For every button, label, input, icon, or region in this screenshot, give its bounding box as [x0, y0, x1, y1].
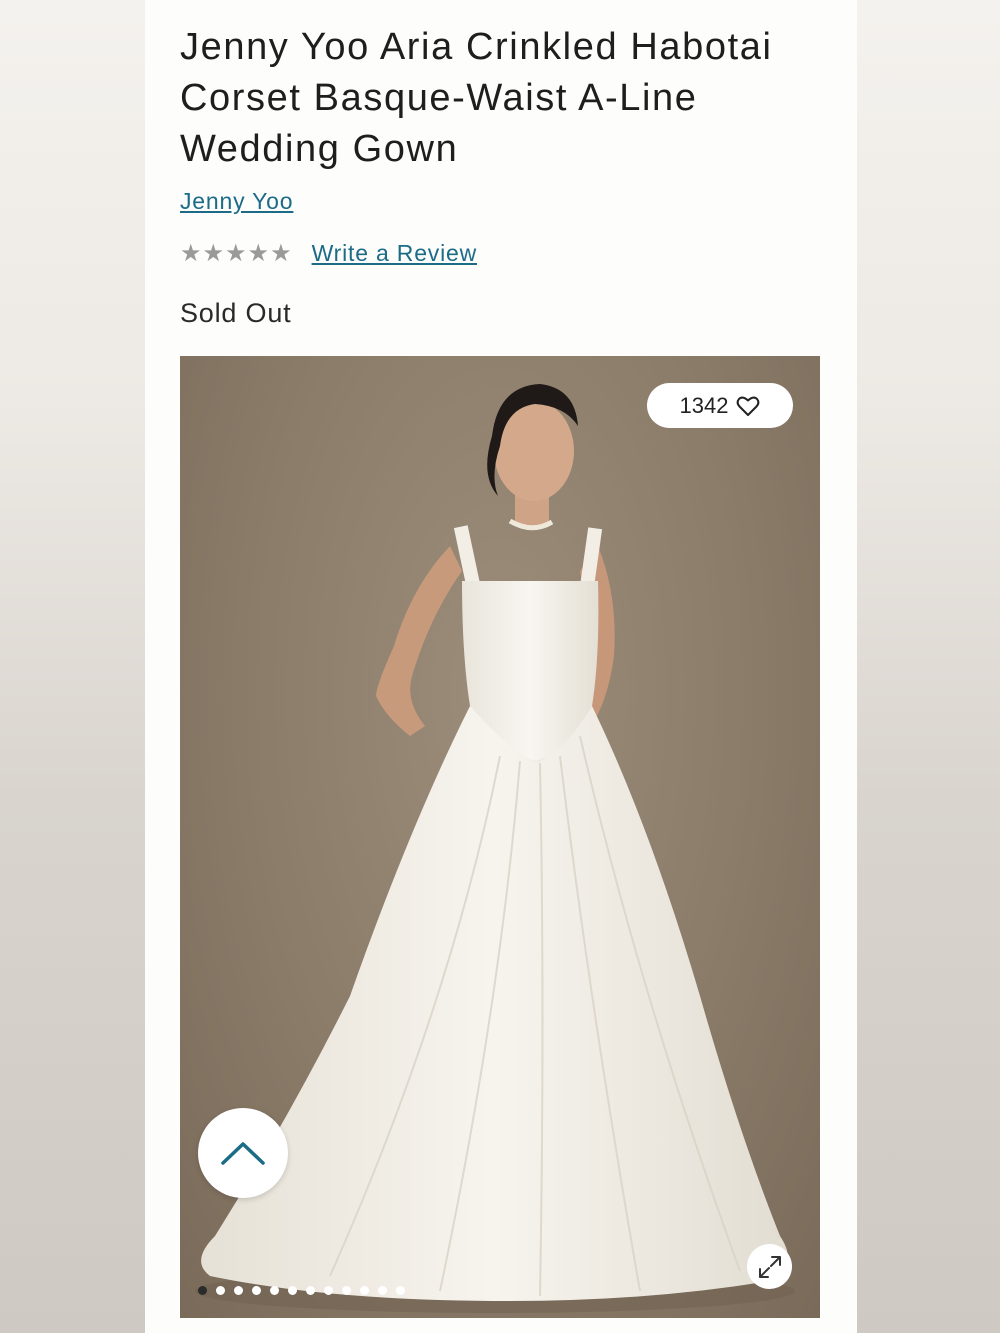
- page-backdrop-right: [857, 0, 1000, 1333]
- expand-icon: [758, 1255, 781, 1278]
- chevron-up-icon: [221, 1142, 265, 1165]
- brand-link[interactable]: Jenny Yoo: [180, 188, 293, 215]
- gallery-dot[interactable]: [396, 1286, 405, 1295]
- heart-icon: [737, 396, 760, 416]
- gallery-dot[interactable]: [288, 1286, 297, 1295]
- stock-status: Sold Out: [180, 298, 292, 328]
- star-icon: ★: [247, 239, 270, 267]
- like-button[interactable]: 1342: [647, 383, 793, 428]
- gallery-dot[interactable]: [306, 1286, 315, 1295]
- rating-row: ★ ★ ★ ★ ★ Write a Review: [180, 240, 477, 267]
- fullscreen-button[interactable]: [747, 1244, 792, 1289]
- product-title: Jenny Yoo Aria Crinkled Habotai Corset B…: [180, 26, 773, 170]
- scroll-to-top-button[interactable]: [198, 1108, 288, 1198]
- product-panel: Jenny Yoo Aria Crinkled Habotai Corset B…: [145, 0, 857, 1333]
- page-backdrop-left: [0, 0, 145, 1333]
- gallery-dot[interactable]: [342, 1286, 351, 1295]
- gallery-dot[interactable]: [324, 1286, 333, 1295]
- star-icon: ★: [270, 239, 292, 267]
- gallery-dot[interactable]: [360, 1286, 369, 1295]
- gallery-dot[interactable]: [270, 1286, 279, 1295]
- like-count: 1342: [679, 392, 729, 418]
- gallery-dot[interactable]: [216, 1286, 225, 1295]
- gallery-dot[interactable]: [198, 1286, 207, 1295]
- write-review-link[interactable]: Write a Review: [312, 240, 477, 267]
- star-rating: ★ ★ ★ ★ ★: [180, 239, 292, 267]
- gallery-dot[interactable]: [234, 1286, 243, 1295]
- gallery-dot[interactable]: [378, 1286, 387, 1295]
- star-icon: ★: [180, 239, 202, 267]
- star-icon: ★: [202, 239, 225, 267]
- gallery-dot[interactable]: [252, 1286, 261, 1295]
- star-icon: ★: [225, 239, 247, 267]
- gallery-pagination: [198, 1286, 405, 1295]
- product-image[interactable]: 1342: [180, 356, 820, 1318]
